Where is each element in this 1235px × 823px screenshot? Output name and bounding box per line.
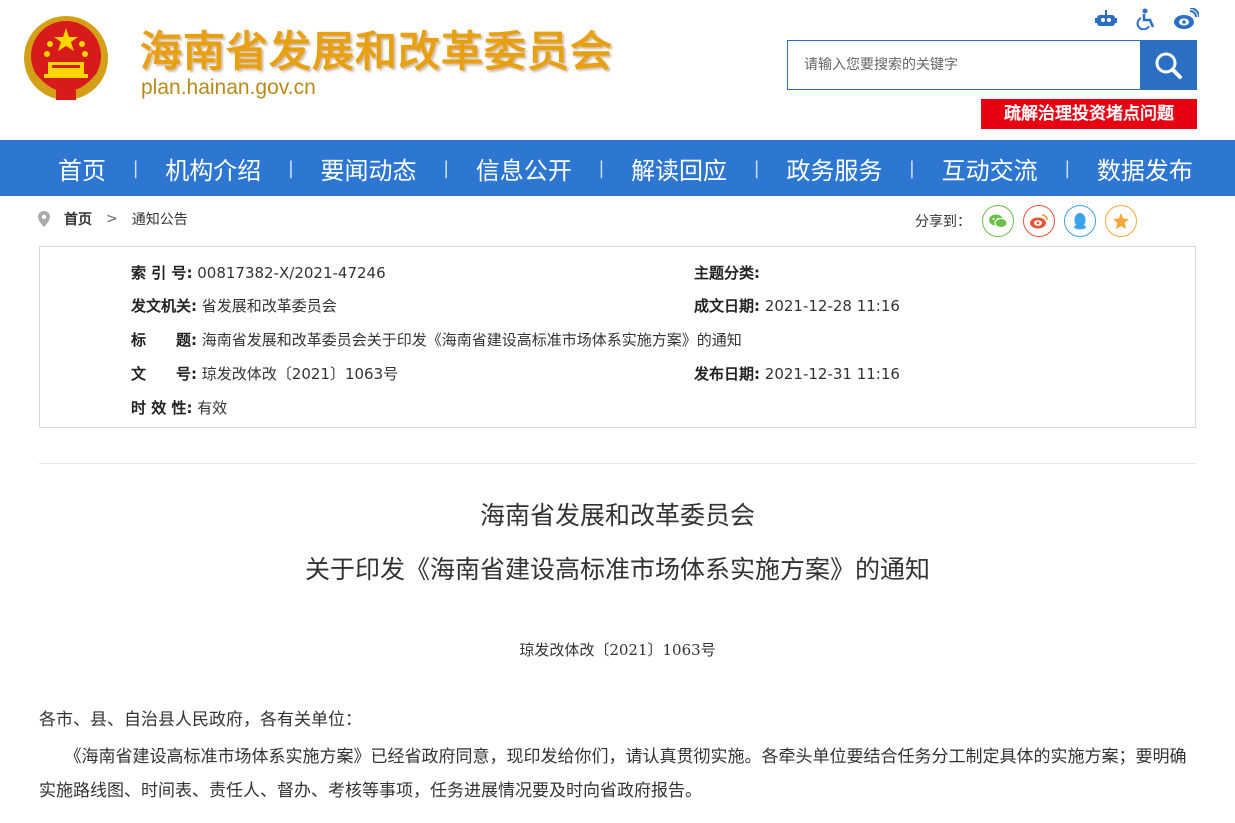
share-qq-button[interactable] [1064,205,1096,237]
article-title-line1: 海南省发展和改革委员会 [479,501,755,530]
article-body-paragraph: 《海南省建设高标准市场体系实施方案》已经省政府同意，现印发给你们，请认真贯彻实施… [39,747,1187,801]
nav-separator: | [753,157,760,179]
site-header: 海南省发展和改革委员会 plan.hainan.gov.cn 疏解治理投资堵点问… [0,0,1235,140]
breadcrumb-current[interactable]: 通知公告 [132,209,188,229]
nav-separator: | [908,157,915,179]
info-validity-label: 时 效 性: [131,399,193,417]
info-docno-value: 琼发改体改〔2021〕1063号 [201,365,399,383]
nav-separator: | [287,157,294,179]
article-title-line2: 关于印发《海南省建设高标准市场体系实施方案》的通知 [304,555,930,584]
info-created-value: 2021-12-28 11:16 [764,297,900,315]
nav-item-interaction[interactable]: 互动交流 [942,151,1038,186]
weibo-icon [1030,214,1048,229]
main-nav: 首页 | 机构介绍 | 要闻动态 | 信息公开 | 解读回应 | 政务服务 | … [0,140,1235,196]
info-index: 索 引 号: 00817382-X/2021-47246 [131,262,386,283]
share-wechat-button[interactable] [982,205,1014,237]
nav-separator: | [132,157,139,179]
nav-item-data[interactable]: 数据发布 [1097,151,1193,186]
search-icon [1155,52,1182,79]
info-published: 发布日期: 2021-12-31 11:16 [694,363,900,384]
info-docno: 文 号: 琼发改体改〔2021〕1063号 [131,363,398,384]
accessibility-icon[interactable] [1133,8,1159,30]
info-issuer-label: 发文机关: [131,297,197,315]
info-issuer-value: 省发展和改革委员会 [201,297,337,315]
weibo-icon[interactable] [1173,8,1199,30]
nav-item-about[interactable]: 机构介绍 [165,151,261,186]
wechat-icon [989,214,1008,228]
info-published-value: 2021-12-31 11:16 [764,365,900,383]
info-created-label: 成文日期: [694,297,760,315]
nav-item-services[interactable]: 政务服务 [786,151,882,186]
search-box [787,40,1197,90]
search-button[interactable] [1140,41,1196,89]
nav-separator: | [1064,157,1071,179]
share-qzone-button[interactable] [1105,205,1137,237]
promo-banner-link[interactable]: 疏解治理投资堵点问题 [981,99,1197,129]
nav-item-interpretation[interactable]: 解读回应 [631,151,727,186]
nav-item-home[interactable]: 首页 [58,151,106,186]
content-divider [39,463,1196,464]
info-issuer: 发文机关: 省发展和改革委员会 [131,295,337,316]
info-topic-label: 主题分类: [694,264,760,282]
national-emblem-logo[interactable] [22,14,110,106]
breadcrumb-home-link[interactable]: 首页 [64,209,92,229]
share-label: 分享到： [915,214,971,230]
site-domain: plan.hainan.gov.cn [141,76,316,99]
site-title: 海南省发展和改革委员会 [140,27,614,76]
nav-item-news[interactable]: 要闻动态 [321,151,417,186]
info-docno-label: 文 号: [131,365,197,383]
qq-icon [1074,213,1086,230]
info-index-value: 00817382-X/2021-47246 [197,264,386,282]
robot-icon[interactable] [1093,8,1119,30]
nav-item-disclosure[interactable]: 信息公开 [476,151,572,186]
document-info-box: 索 引 号: 00817382-X/2021-47246 主题分类: 发文机关:… [39,246,1196,428]
article-doc-number: 琼发改体改〔2021〕1063号 [519,641,716,659]
location-pin-icon [38,211,50,227]
search-input[interactable] [788,41,1140,89]
info-validity: 时 效 性: 有效 [131,397,227,418]
breadcrumb: 首页 > 通知公告 [38,209,188,229]
info-validity-value: 有效 [197,399,228,417]
info-title-value: 海南省发展和改革委员会关于印发《海南省建设高标准市场体系实施方案》的通知 [201,331,742,349]
share-weibo-button[interactable] [1023,205,1055,237]
info-title-label: 标 题: [131,331,197,349]
nav-separator: | [443,157,450,179]
header-tools [1093,8,1199,30]
article-salutation: 各市、县、自治县人民政府，各有关单位： [39,710,362,730]
info-title: 标 题: 海南省发展和改革委员会关于印发《海南省建设高标准市场体系实施方案》的通… [131,329,742,350]
chevron-right-icon: > [106,211,118,227]
info-index-label: 索 引 号: [131,264,193,282]
star-icon [1113,213,1129,229]
info-created: 成文日期: 2021-12-28 11:16 [694,295,900,316]
nav-separator: | [598,157,605,179]
share-bar: 分享到： [915,205,1137,237]
info-topic: 主题分类: [694,262,760,283]
info-published-label: 发布日期: [694,365,760,383]
